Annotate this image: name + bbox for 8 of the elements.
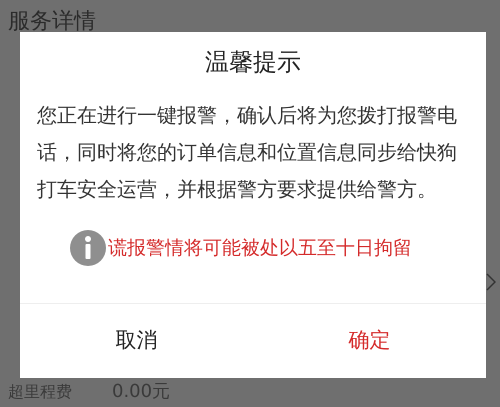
chevron-icon[interactable]	[486, 273, 496, 291]
dialog-title: 温馨提示	[205, 47, 301, 77]
confirm-button[interactable]: 确定	[253, 304, 486, 378]
page-title: 服务详情	[8, 8, 96, 36]
dialog-message: 您正在进行一键报警，确认后将为您拨打报警电话，同时将您的订单信息和位置信息同步给快狗打车安全运营，并根据警方要求提供给警方。	[37, 102, 458, 203]
warning-text: 谎报警情将可能被处以五至十日拘留	[108, 236, 412, 261]
info-icon	[70, 230, 106, 266]
cancel-button[interactable]: 取消	[20, 304, 253, 378]
